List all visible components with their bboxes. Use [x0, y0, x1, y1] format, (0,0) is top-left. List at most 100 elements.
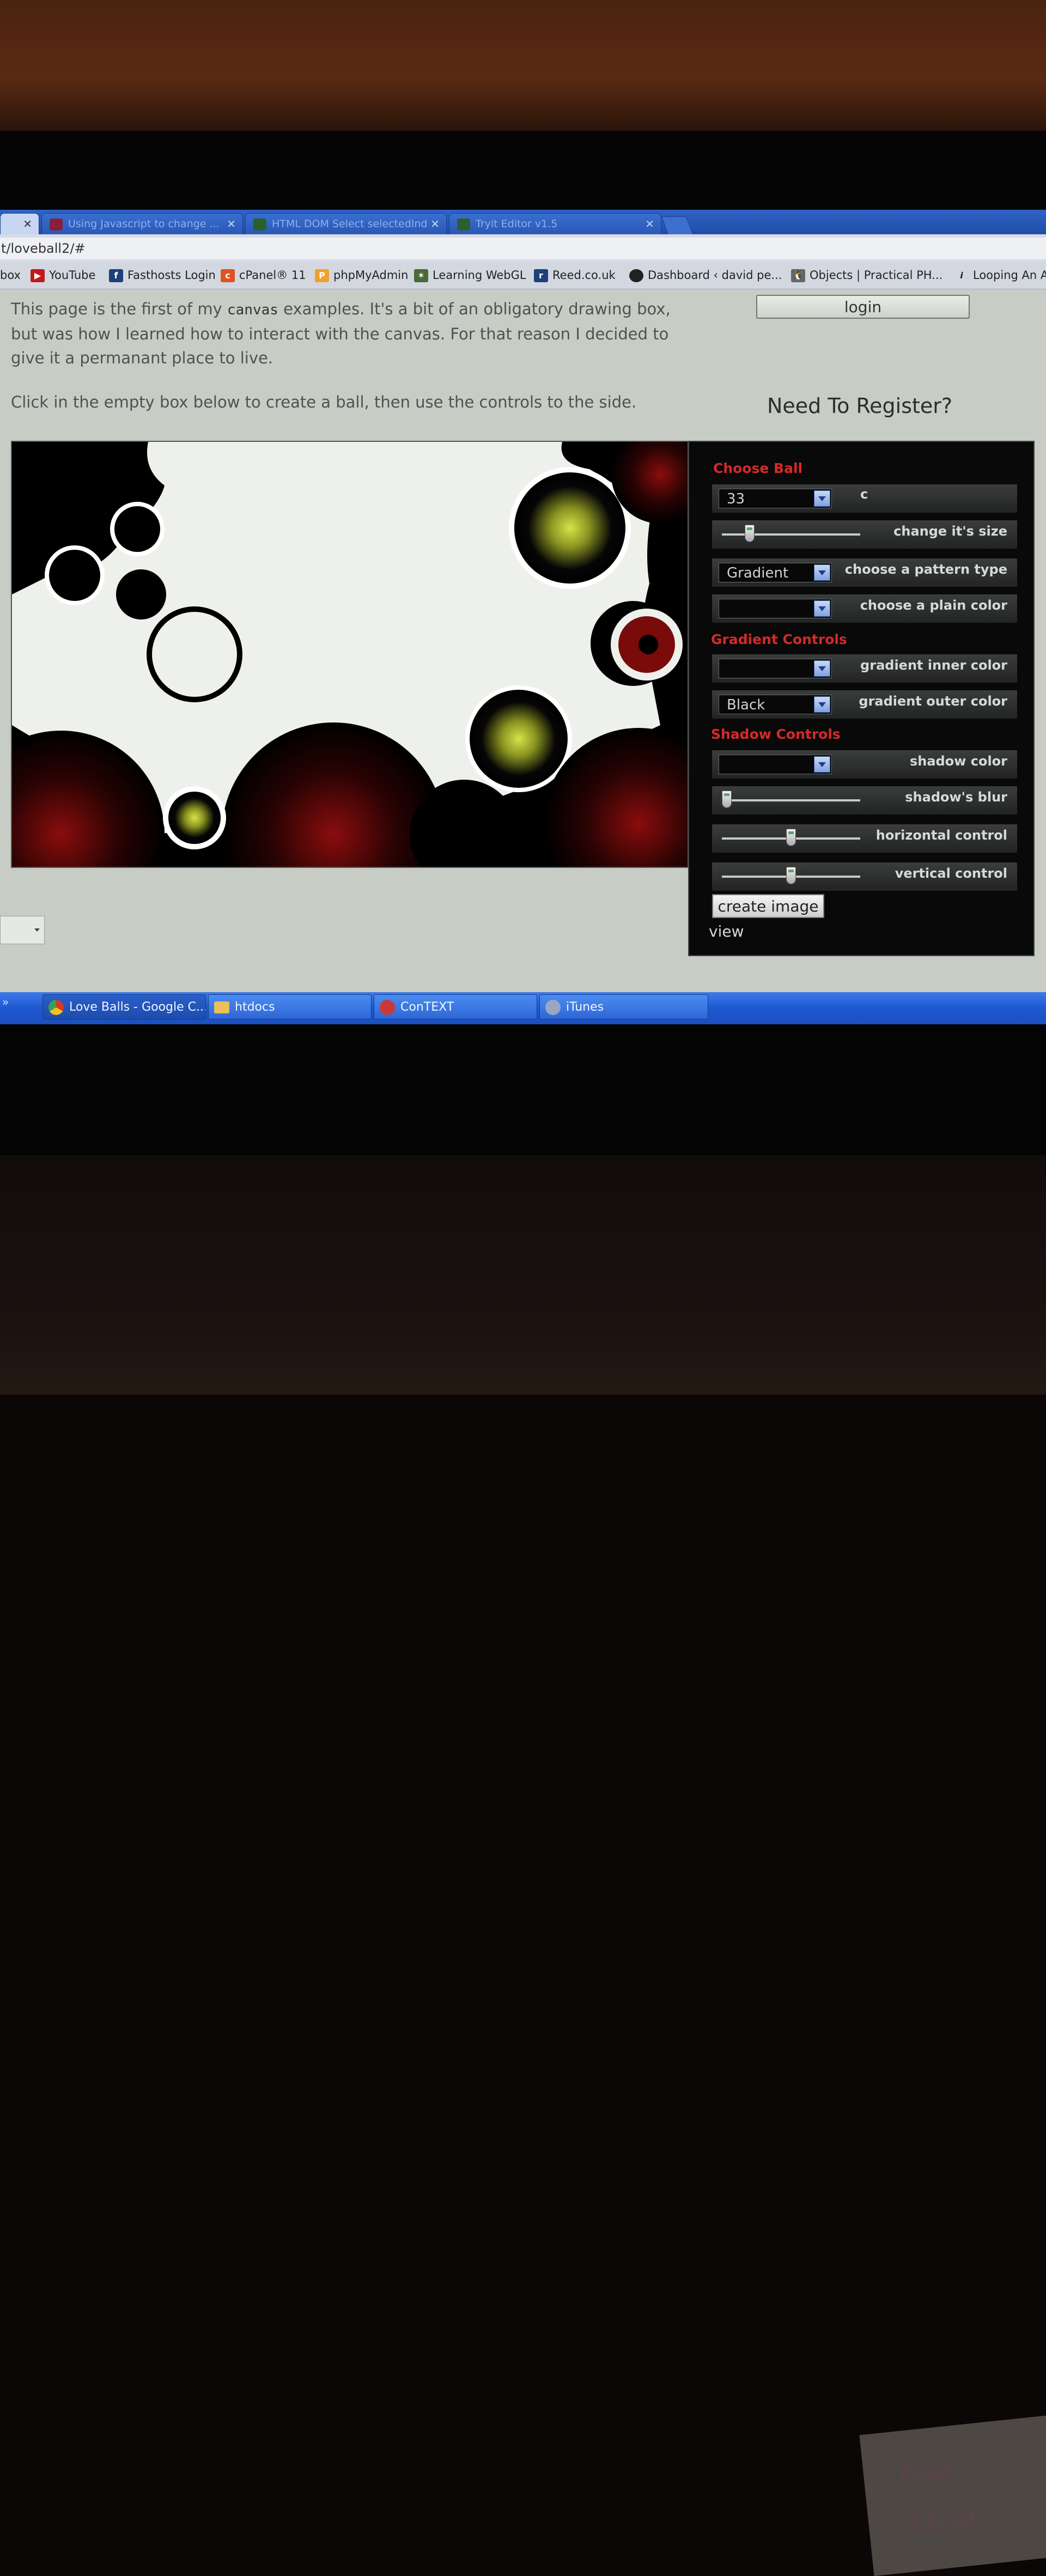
- bookmark-objects[interactable]: 🐧 Objects | Practical PH...: [791, 267, 942, 283]
- pattern-select[interactable]: Gradient: [719, 563, 832, 582]
- bookmark-fasthosts[interactable]: f Fasthosts Login: [109, 267, 216, 283]
- tab-javascript[interactable]: Using Javascript to change ... ✕: [41, 213, 243, 234]
- shadow-color-select[interactable]: [719, 755, 832, 774]
- bookmark-label: Objects | Practical PH...: [810, 269, 943, 282]
- taskbar: » Love Balls - Google C... htdocs ConTEX…: [0, 992, 1046, 1024]
- bookmark-webgl[interactable]: ✶ Learning WebGL: [414, 267, 526, 283]
- quick-launch-chevron-icon[interactable]: »: [2, 995, 9, 1008]
- phpmyadmin-icon: P: [315, 269, 329, 282]
- dropdown-arrow-icon: [814, 756, 830, 773]
- size-row: change it's size: [712, 520, 1017, 549]
- canvas-ball-yellow: [514, 472, 625, 584]
- taskbar-item-htdocs[interactable]: htdocs: [208, 994, 372, 1019]
- pattern-select-value: Gradient: [727, 565, 789, 581]
- monitor-bezel-top: [0, 131, 1046, 285]
- register-heading: Need To Register?: [767, 394, 953, 418]
- bookmark-label: cPanel® 11: [239, 269, 306, 282]
- dropdown-arrow-icon: [814, 696, 830, 713]
- url-field[interactable]: [0, 238, 1046, 259]
- tab-tryit[interactable]: Tryit Editor v1.5 ✕: [449, 213, 661, 234]
- bookmark-youtube[interactable]: ▶ YouTube: [31, 267, 95, 283]
- shadow-controls-title: Shadow Controls: [711, 726, 841, 742]
- canvas-ball: [114, 506, 160, 552]
- taskbar-item-label: Love Balls - Google C...: [69, 1000, 206, 1014]
- w3-favicon-icon: [457, 218, 470, 230]
- login-button[interactable]: login: [756, 295, 970, 319]
- size-slider[interactable]: [722, 525, 860, 542]
- wall-background: [0, 0, 1046, 131]
- penguin-icon: 🐧: [791, 269, 805, 282]
- slider-thumb[interactable]: [786, 867, 796, 884]
- taskbar-item-chrome[interactable]: Love Balls - Google C...: [42, 994, 206, 1019]
- taskbar-item-label: iTunes: [566, 1000, 604, 1014]
- view-link[interactable]: view: [709, 922, 744, 940]
- canvas-ball: [116, 569, 166, 619]
- bookmark-cpanel[interactable]: c cPanel® 11: [221, 267, 306, 283]
- youtube-icon: ▶: [31, 269, 45, 282]
- canvas-ball-yellow: [470, 690, 568, 788]
- itunes-icon: [545, 1000, 561, 1015]
- bookmark-label: YouTube: [49, 269, 96, 282]
- bookmark-label: Reed.co.uk: [552, 269, 616, 282]
- wordpress-icon: [629, 269, 643, 282]
- gradient-controls-title: Gradient Controls: [711, 631, 847, 647]
- drawing-canvas[interactable]: [0, 404, 734, 946]
- size-label: change it's size: [893, 524, 1007, 539]
- webgl-icon: ✶: [414, 269, 428, 282]
- close-icon[interactable]: ✕: [645, 214, 654, 235]
- close-icon[interactable]: ✕: [227, 214, 236, 235]
- web-page: This page is the first of my canvas exam…: [0, 289, 1046, 992]
- vertical-row: vertical control: [712, 862, 1017, 891]
- ball-select-row: 33 c: [712, 484, 1017, 513]
- outer-color-select[interactable]: Black: [719, 695, 832, 714]
- dropdown-arrow-icon: [814, 660, 830, 677]
- close-icon[interactable]: ✕: [430, 214, 440, 235]
- vertical-slider[interactable]: [722, 867, 860, 884]
- dropdown-arrow-icon: [814, 490, 830, 507]
- context-icon: [380, 1000, 395, 1015]
- tab-label: Tryit Editor v1.5: [476, 218, 558, 230]
- bookmark-looping[interactable]: i Looping An A: [954, 267, 1046, 283]
- dropdown-arrow-icon: [814, 564, 830, 581]
- canvas-ball: [49, 550, 100, 601]
- horizontal-row: horizontal control: [712, 824, 1017, 853]
- intro-text: This page is the first of my: [11, 300, 228, 318]
- close-icon[interactable]: ✕: [23, 214, 32, 235]
- bookmark-phpmyadmin[interactable]: PphpMyAdmin: [315, 267, 408, 283]
- bookmark-box[interactable]: box: [0, 267, 21, 283]
- small-dropdown[interactable]: [0, 916, 45, 944]
- create-image-button[interactable]: create image: [712, 894, 824, 918]
- tab-label: Using Javascript to change ...: [68, 218, 220, 230]
- bookmark-dashboard[interactable]: Dashboard ‹ david pe...: [629, 267, 782, 283]
- blur-row: shadow's blur: [712, 786, 1017, 815]
- fasthosts-icon: f: [109, 269, 123, 282]
- outer-color-value: Black: [727, 697, 765, 713]
- monitor-bezel-bottom: [0, 1024, 1046, 1155]
- tab-html-dom[interactable]: HTML DOM Select selectedInd ✕: [245, 213, 447, 234]
- plain-color-select[interactable]: [719, 599, 832, 618]
- taskbar-item-itunes[interactable]: iTunes: [539, 994, 708, 1019]
- bookmark-reed[interactable]: r Reed.co.uk: [534, 267, 616, 283]
- slider-thumb[interactable]: [722, 791, 732, 808]
- inner-color-label: gradient inner color: [860, 658, 1007, 673]
- taskbar-item-label: htdocs: [235, 1000, 275, 1014]
- tab-label: HTML DOM Select selectedInd: [272, 218, 428, 230]
- instruction-text: Click in the empty box below to create a…: [11, 393, 637, 411]
- inner-color-select[interactable]: [719, 659, 832, 678]
- slider-thumb[interactable]: [786, 829, 796, 846]
- taskbar-item-context[interactable]: ConTEXT: [374, 994, 537, 1019]
- w3-favicon-icon: [253, 218, 266, 230]
- slider-thumb[interactable]: [745, 525, 755, 542]
- outer-color-label: gradient outer color: [859, 694, 1007, 709]
- horizontal-slider[interactable]: [722, 829, 860, 846]
- new-tab-button[interactable]: [661, 216, 694, 235]
- canvas-ball-yellow: [168, 792, 221, 844]
- address-bar: [0, 234, 1046, 262]
- blur-label: shadow's blur: [905, 789, 1007, 805]
- favicon-icon: [50, 218, 63, 230]
- chrome-icon: [48, 1000, 64, 1015]
- blur-slider[interactable]: [722, 791, 860, 808]
- ball-select[interactable]: 33: [719, 489, 832, 508]
- outer-color-row: Black gradient outer color: [712, 690, 1017, 719]
- tab-current[interactable]: ✕: [0, 213, 39, 234]
